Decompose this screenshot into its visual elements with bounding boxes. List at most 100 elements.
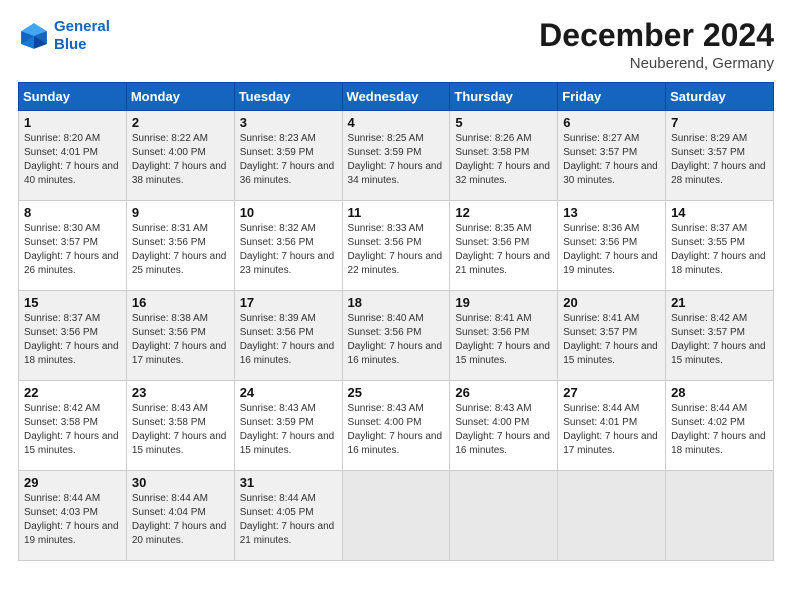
day-number: 22 <box>24 385 121 400</box>
cell-info: Sunrise: 8:26 AM Sunset: 3:58 PM Dayligh… <box>455 132 552 188</box>
cell-info: Sunrise: 8:32 AM Sunset: 3:56 PM Dayligh… <box>240 222 337 278</box>
cell-info: Sunrise: 8:43 AM Sunset: 4:00 PM Dayligh… <box>348 402 445 458</box>
calendar-cell: 9Sunrise: 8:31 AM Sunset: 3:56 PM Daylig… <box>126 201 234 291</box>
calendar-row-3: 15 Sunrise: 8:37 AM Sunset: 3:56 PM Dayli… <box>19 291 774 381</box>
header-thursday: Thursday <box>450 83 558 111</box>
calendar-cell: 1Sunrise: 8:20 AM Sunset: 4:01 PM Daylig… <box>19 111 127 201</box>
logo-line2: Blue <box>54 36 87 53</box>
calendar-cell: 6Sunrise: 8:27 AM Sunset: 3:57 PM Daylig… <box>558 111 666 201</box>
calendar-cell: 11 Sunrise: 8:33 AM Sunset: 3:56 PM Dayli… <box>342 201 450 291</box>
cell-info: Sunrise: 8:35 AM Sunset: 3:56 PM Dayligh… <box>455 222 552 278</box>
cell-info: Sunrise: 8:44 AM Sunset: 4:04 PM Dayligh… <box>132 492 229 548</box>
cell-info: Sunrise: 8:23 AM Sunset: 3:59 PM Dayligh… <box>240 132 337 188</box>
day-number: 21 <box>671 295 768 310</box>
calendar-cell: 5 Sunrise: 8:26 AM Sunset: 3:58 PM Daylig… <box>450 111 558 201</box>
header-tuesday: Tuesday <box>234 83 342 111</box>
day-number: 3 <box>240 115 337 130</box>
cell-info: Sunrise: 8:42 AM Sunset: 3:58 PM Dayligh… <box>24 402 121 458</box>
page: General Blue December 2024 Neuberend, Ge… <box>0 0 792 612</box>
location: Neuberend, Germany <box>539 55 774 72</box>
cell-info: Sunrise: 8:44 AM Sunset: 4:01 PM Dayligh… <box>563 402 660 458</box>
cell-info: Sunrise: 8:39 AM Sunset: 3:56 PM Dayligh… <box>240 312 337 368</box>
calendar: Sunday Monday Tuesday Wednesday Thursday… <box>18 82 774 561</box>
calendar-cell: 24 Sunrise: 8:43 AM Sunset: 3:59 PM Dayli… <box>234 381 342 471</box>
day-number: 11 <box>348 205 445 220</box>
day-number: 1 <box>24 115 121 130</box>
calendar-cell <box>666 471 774 561</box>
day-number: 16 <box>132 295 229 310</box>
calendar-cell: 7Sunrise: 8:29 AM Sunset: 3:57 PM Daylig… <box>666 111 774 201</box>
cell-info: Sunrise: 8:36 AM Sunset: 3:56 PM Dayligh… <box>563 222 660 278</box>
day-number: 14 <box>671 205 768 220</box>
day-number: 2 <box>132 115 229 130</box>
day-number: 13 <box>563 205 660 220</box>
calendar-cell: 17 Sunrise: 8:39 AM Sunset: 3:56 PM Dayli… <box>234 291 342 381</box>
header: General Blue December 2024 Neuberend, Ge… <box>18 18 774 72</box>
day-number: 5 <box>455 115 552 130</box>
day-number: 20 <box>563 295 660 310</box>
calendar-cell: 25 Sunrise: 8:43 AM Sunset: 4:00 PM Dayli… <box>342 381 450 471</box>
calendar-cell: 26 Sunrise: 8:43 AM Sunset: 4:00 PM Dayli… <box>450 381 558 471</box>
day-number: 24 <box>240 385 337 400</box>
logo-text: General Blue <box>54 18 110 54</box>
calendar-cell: 27 Sunrise: 8:44 AM Sunset: 4:01 PM Dayli… <box>558 381 666 471</box>
calendar-row-4: 22 Sunrise: 8:42 AM Sunset: 3:58 PM Dayli… <box>19 381 774 471</box>
cell-info: Sunrise: 8:43 AM Sunset: 4:00 PM Dayligh… <box>455 402 552 458</box>
calendar-cell: 14Sunrise: 8:37 AM Sunset: 3:55 PM Dayli… <box>666 201 774 291</box>
day-number: 30 <box>132 475 229 490</box>
header-saturday: Saturday <box>666 83 774 111</box>
day-number: 15 <box>24 295 121 310</box>
calendar-row-2: 8Sunrise: 8:30 AM Sunset: 3:57 PM Daylig… <box>19 201 774 291</box>
calendar-cell: 18Sunrise: 8:40 AM Sunset: 3:56 PM Dayli… <box>342 291 450 381</box>
header-sunday: Sunday <box>19 83 127 111</box>
calendar-cell: 28Sunrise: 8:44 AM Sunset: 4:02 PM Dayli… <box>666 381 774 471</box>
calendar-cell: 15 Sunrise: 8:37 AM Sunset: 3:56 PM Dayli… <box>19 291 127 381</box>
calendar-cell: 22 Sunrise: 8:42 AM Sunset: 3:58 PM Dayli… <box>19 381 127 471</box>
cell-info: Sunrise: 8:25 AM Sunset: 3:59 PM Dayligh… <box>348 132 445 188</box>
calendar-row-5: 29Sunrise: 8:44 AM Sunset: 4:03 PM Dayli… <box>19 471 774 561</box>
calendar-cell: 10Sunrise: 8:32 AM Sunset: 3:56 PM Dayli… <box>234 201 342 291</box>
day-number: 27 <box>563 385 660 400</box>
cell-info: Sunrise: 8:42 AM Sunset: 3:57 PM Dayligh… <box>671 312 768 368</box>
day-number: 31 <box>240 475 337 490</box>
header-wednesday: Wednesday <box>342 83 450 111</box>
calendar-cell: 8Sunrise: 8:30 AM Sunset: 3:57 PM Daylig… <box>19 201 127 291</box>
cell-info: Sunrise: 8:41 AM Sunset: 3:56 PM Dayligh… <box>455 312 552 368</box>
day-number: 23 <box>132 385 229 400</box>
cell-info: Sunrise: 8:38 AM Sunset: 3:56 PM Dayligh… <box>132 312 229 368</box>
day-number: 26 <box>455 385 552 400</box>
cell-info: Sunrise: 8:43 AM Sunset: 3:58 PM Dayligh… <box>132 402 229 458</box>
calendar-cell: 19 Sunrise: 8:41 AM Sunset: 3:56 PM Dayli… <box>450 291 558 381</box>
day-number: 29 <box>24 475 121 490</box>
calendar-cell: 12 Sunrise: 8:35 AM Sunset: 3:56 PM Dayli… <box>450 201 558 291</box>
calendar-cell: 4Sunrise: 8:25 AM Sunset: 3:59 PM Daylig… <box>342 111 450 201</box>
cell-info: Sunrise: 8:37 AM Sunset: 3:56 PM Dayligh… <box>24 312 121 368</box>
logo-line1: General <box>54 18 110 35</box>
day-number: 19 <box>455 295 552 310</box>
calendar-cell: 23 Sunrise: 8:43 AM Sunset: 3:58 PM Dayli… <box>126 381 234 471</box>
logo-icon <box>18 20 50 52</box>
cell-info: Sunrise: 8:29 AM Sunset: 3:57 PM Dayligh… <box>671 132 768 188</box>
calendar-cell <box>342 471 450 561</box>
day-number: 12 <box>455 205 552 220</box>
month-title: December 2024 <box>539 18 774 53</box>
day-number: 17 <box>240 295 337 310</box>
calendar-cell: 21 Sunrise: 8:42 AM Sunset: 3:57 PM Dayli… <box>666 291 774 381</box>
day-number: 9 <box>132 205 229 220</box>
cell-info: Sunrise: 8:33 AM Sunset: 3:56 PM Dayligh… <box>348 222 445 278</box>
header-friday: Friday <box>558 83 666 111</box>
calendar-cell: 30 Sunrise: 8:44 AM Sunset: 4:04 PM Dayli… <box>126 471 234 561</box>
calendar-cell: 3 Sunrise: 8:23 AM Sunset: 3:59 PM Daylig… <box>234 111 342 201</box>
cell-info: Sunrise: 8:22 AM Sunset: 4:00 PM Dayligh… <box>132 132 229 188</box>
cell-info: Sunrise: 8:43 AM Sunset: 3:59 PM Dayligh… <box>240 402 337 458</box>
header-monday: Monday <box>126 83 234 111</box>
cell-info: Sunrise: 8:44 AM Sunset: 4:05 PM Dayligh… <box>240 492 337 548</box>
day-number: 25 <box>348 385 445 400</box>
calendar-cell: 31 Sunrise: 8:44 AM Sunset: 4:05 PM Dayli… <box>234 471 342 561</box>
calendar-cell <box>558 471 666 561</box>
calendar-cell: 13 Sunrise: 8:36 AM Sunset: 3:56 PM Dayli… <box>558 201 666 291</box>
cell-info: Sunrise: 8:40 AM Sunset: 3:56 PM Dayligh… <box>348 312 445 368</box>
calendar-cell: 2 Sunrise: 8:22 AM Sunset: 4:00 PM Daylig… <box>126 111 234 201</box>
calendar-cell: 29Sunrise: 8:44 AM Sunset: 4:03 PM Dayli… <box>19 471 127 561</box>
logo: General Blue <box>18 18 110 54</box>
